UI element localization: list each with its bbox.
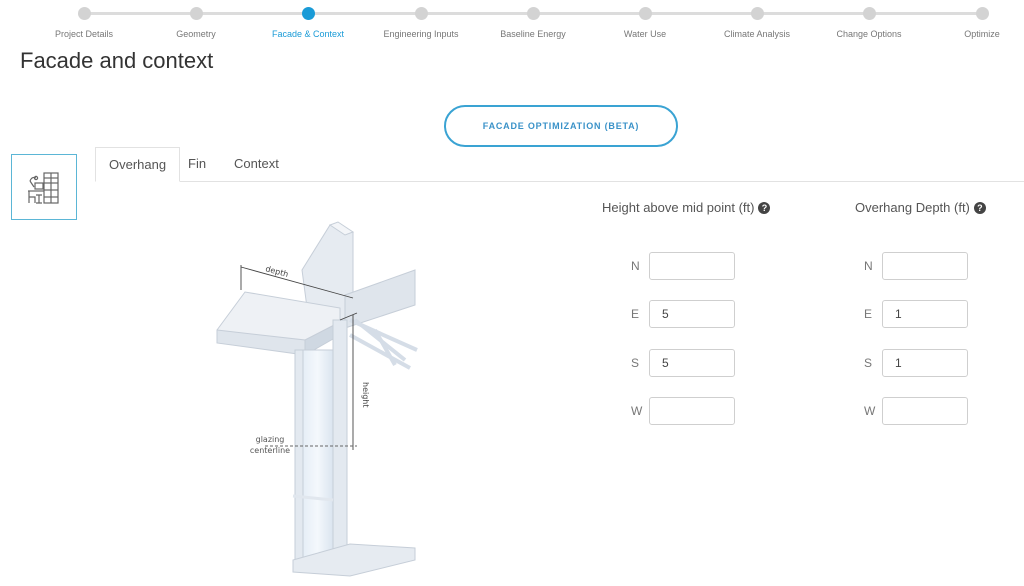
direction-label: E [631, 307, 640, 321]
step-dot [301, 7, 315, 20]
step-label: Geometry [176, 29, 216, 39]
direction-label: W [864, 404, 876, 418]
height-column-header: Height above mid point (ft)? [602, 200, 771, 215]
height-label: height [361, 382, 370, 408]
direction-label: N [864, 259, 873, 273]
step-label: Project Details [54, 29, 114, 39]
step-climate-analysis[interactable]: Climate Analysis [697, 0, 817, 39]
height-input-south[interactable] [649, 349, 735, 377]
step-dot [750, 7, 764, 20]
overhang-diagram: depth height glazing centerline [205, 210, 445, 581]
tab-fin[interactable]: Fin [175, 147, 219, 181]
direction-label: S [631, 356, 640, 370]
step-water-use[interactable]: Water Use [585, 0, 705, 39]
step-label: Engineering Inputs [383, 29, 459, 39]
step-optimize[interactable]: Optimize [952, 0, 1012, 39]
question-circle-icon[interactable]: ? [758, 202, 771, 214]
depth-column-header: Overhang Depth (ft)? [855, 200, 986, 215]
facade-tabs: Overhang Fin Context [95, 147, 1024, 182]
truss [349, 318, 418, 370]
depth-input-south[interactable] [882, 349, 968, 377]
step-label: Change Options [836, 29, 902, 39]
question-circle-icon[interactable]: ? [973, 202, 986, 214]
floor-slab [344, 269, 416, 329]
step-geometry[interactable]: Geometry [136, 0, 256, 39]
step-project-details[interactable]: Project Details [24, 0, 144, 39]
step-dot [77, 7, 91, 20]
direction-label: W [631, 404, 643, 418]
step-change-options[interactable]: Change Options [809, 0, 929, 39]
step-dot [975, 7, 989, 20]
direction-label: E [864, 307, 873, 321]
step-label: Water Use [623, 29, 667, 39]
building-room-icon [28, 172, 59, 204]
depth-input-west[interactable] [882, 397, 968, 425]
step-dot [189, 7, 203, 20]
direction-label: S [864, 356, 873, 370]
depth-column-title: Overhang Depth (ft) [855, 200, 970, 215]
step-label: Facade & Context [271, 29, 345, 39]
facade-type-selector[interactable] [11, 154, 77, 220]
step-label: Baseline Energy [500, 29, 566, 39]
overhang-illustration: depth height glazing centerline [216, 221, 418, 577]
height-input-west[interactable] [649, 397, 735, 425]
height-column-title: Height above mid point (ft) [602, 200, 755, 215]
step-facade-context[interactable]: Facade & Context [248, 0, 368, 39]
step-dot [414, 7, 428, 20]
step-label: Climate Analysis [723, 29, 791, 39]
step-dot [638, 7, 652, 20]
height-input-east[interactable] [649, 300, 735, 328]
depth-input-east[interactable] [882, 300, 968, 328]
glazing-label-line2: centerline [250, 446, 290, 455]
progress-stepper: Project Details Geometry Facade & Contex… [0, 0, 1024, 44]
step-dot [862, 7, 876, 20]
step-dot [526, 7, 540, 20]
facade-optimization-button[interactable]: FACADE OPTIMIZATION (BETA) [444, 105, 678, 147]
step-baseline-energy[interactable]: Baseline Energy [473, 0, 593, 39]
depth-input-north[interactable] [882, 252, 968, 280]
height-input-north[interactable] [649, 252, 735, 280]
step-engineering-inputs[interactable]: Engineering Inputs [361, 0, 481, 39]
tab-context[interactable]: Context [221, 147, 292, 181]
tab-overhang[interactable]: Overhang [95, 147, 181, 182]
glazing-label-line1: glazing [256, 435, 285, 444]
step-label: Optimize [964, 29, 1000, 39]
direction-label: N [631, 259, 640, 273]
page-title: Facade and context [20, 48, 214, 73]
